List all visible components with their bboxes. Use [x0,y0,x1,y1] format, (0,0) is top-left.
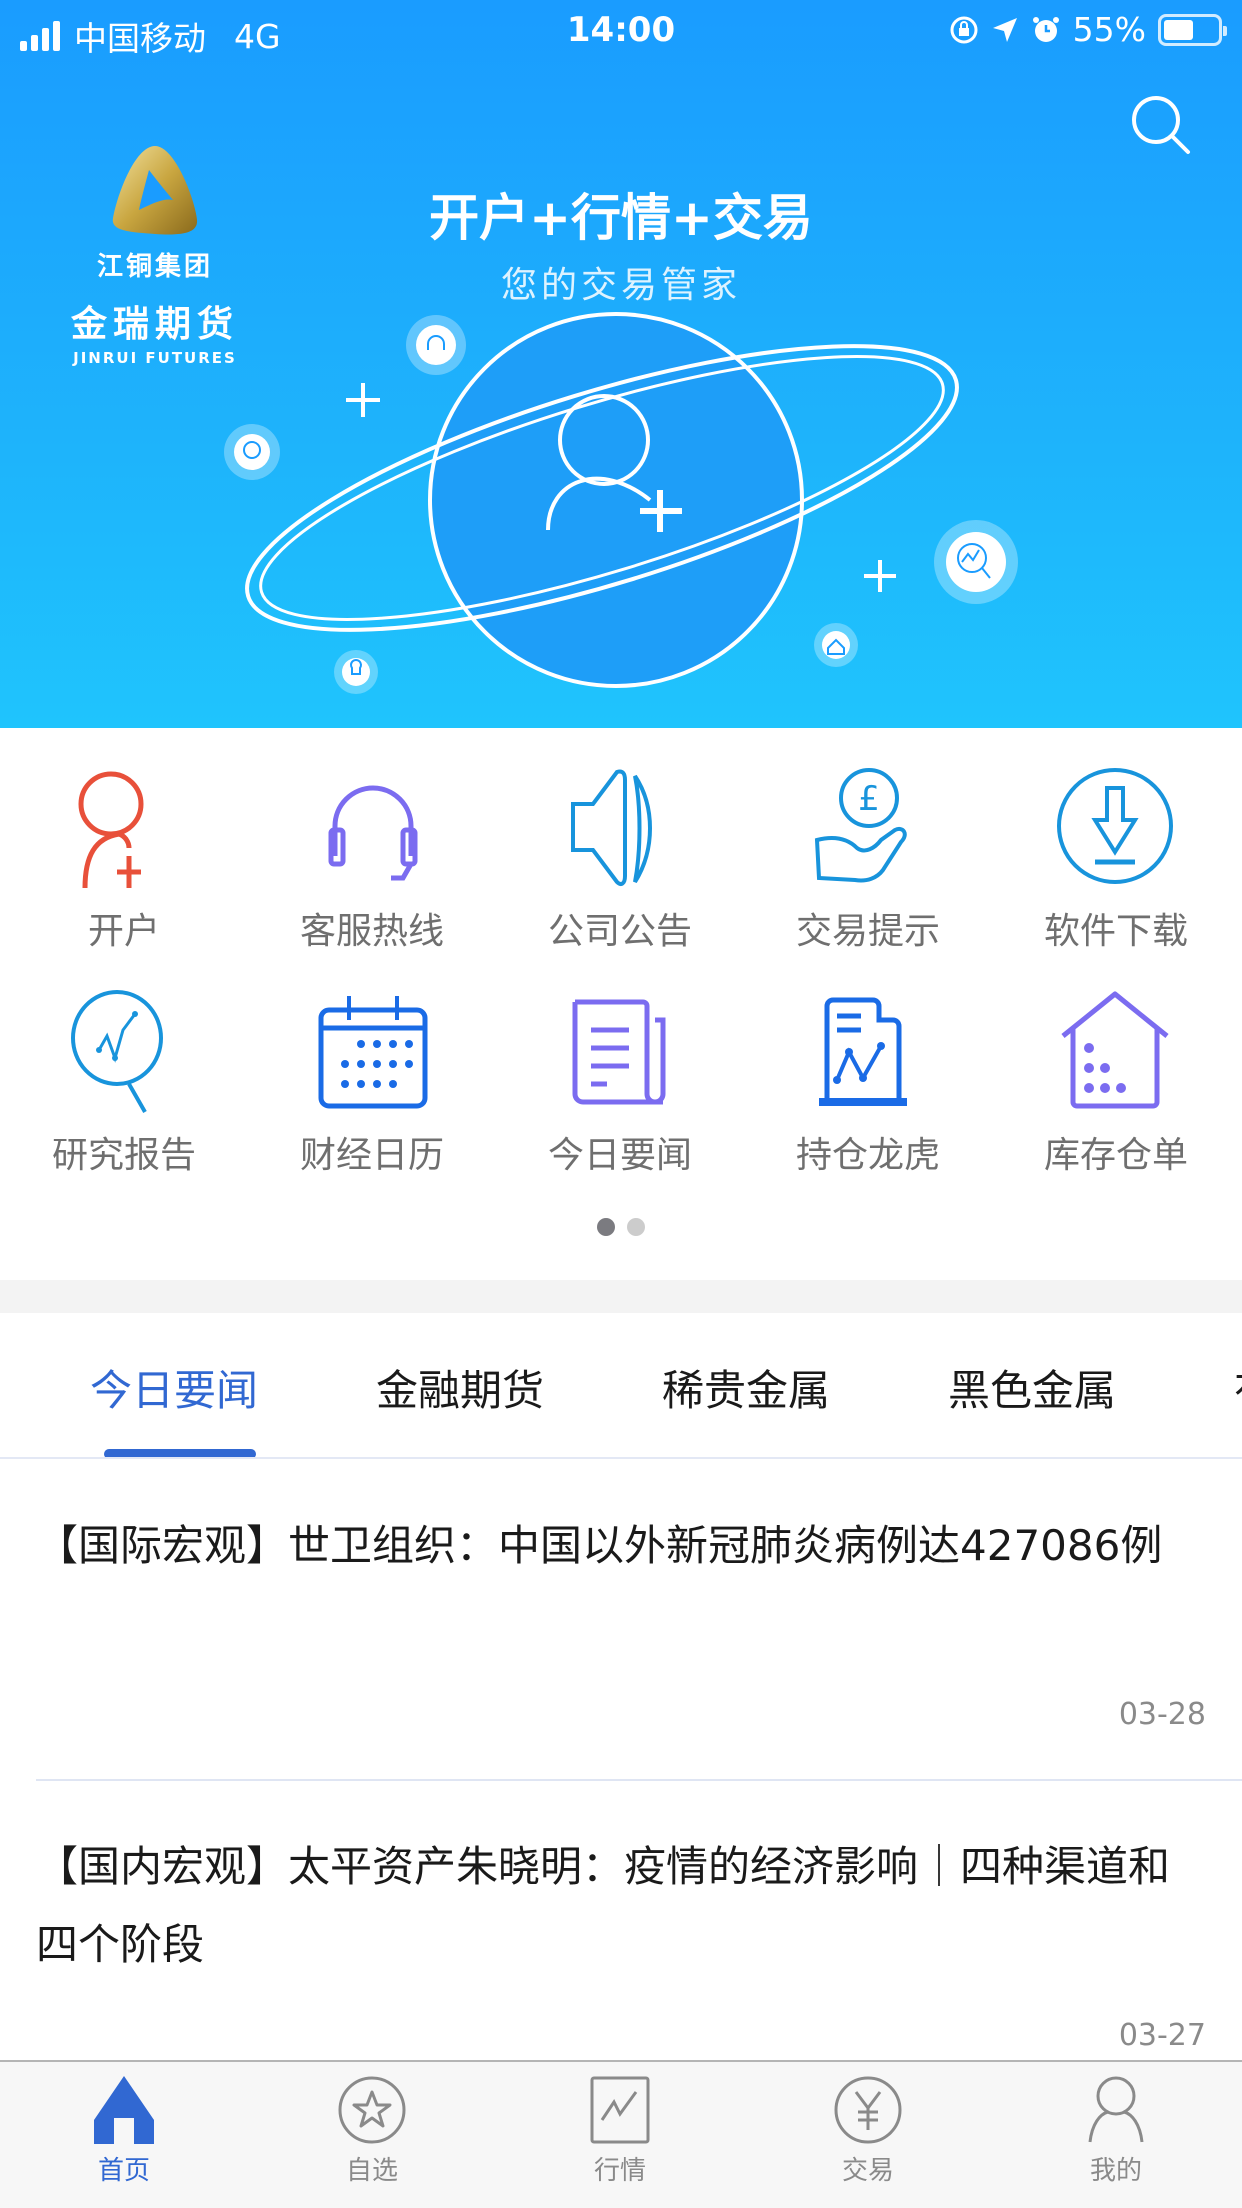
position-chart-icon [819,997,907,1106]
nav-label: 首页 [97,2156,150,2186]
chart-icon [590,2076,650,2144]
tab-today-news[interactable]: 今日要闻 [90,1357,258,1418]
home-icon [94,2076,154,2144]
quick-item-label: 研究报告 [51,1135,196,1176]
tab-nonferrous-metals[interactable]: 有色金属 [1234,1357,1242,1418]
yuan-icon [834,2076,902,2144]
section-divider [0,1280,1242,1313]
hero-banner[interactable]: 中国移动 4G 14:00 55% 江铜集团 金瑞期货 JINRUI FUTUR… [0,0,1242,728]
news-date: 03-27 [1118,2018,1206,2053]
active-tab-indicator [104,1449,256,1457]
speaker-icon [571,769,652,886]
page-dot[interactable] [597,1218,615,1236]
page-indicator[interactable] [0,1218,1242,1236]
quick-item-label: 公司公告 [547,911,692,952]
quick-item-trading-tips[interactable]: £ 交易提示 [744,766,992,966]
profile-icon [1088,2076,1144,2143]
planet-illustration [224,312,1018,694]
download-icon [1057,768,1173,884]
quick-item-label: 软件下载 [1043,911,1188,952]
quick-item-label: 交易提示 [795,911,940,952]
bottom-tab-bar: 首页 自选 行情 交易 我的 [0,2060,1242,2208]
news-item[interactable]: 【国际宏观】世卫组织：中国以外新冠肺炎病例达427086例 [36,1507,1242,1585]
news-date: 03-28 [1118,1697,1206,1732]
add-user-icon [78,771,144,889]
home-page: 中国移动 4G 14:00 55% 江铜集团 金瑞期货 JINRUI FUTUR… [0,0,1242,2208]
quick-item-announcements[interactable]: 公司公告 [496,766,744,966]
nav-label: 行情 [593,2156,646,2186]
nav-market[interactable]: 行情 [496,2074,744,2187]
quick-item-label: 持仓龙虎 [795,1135,940,1176]
nav-home[interactable]: 首页 [0,2074,248,2187]
tab-precious-metals[interactable]: 稀贵金属 [662,1357,830,1418]
nav-watchlist[interactable]: 自选 [248,2074,496,2187]
quick-item-download[interactable]: 软件下载 [992,766,1240,966]
quick-menu-grid: 开户 客服热线 公司公告 £ 交易提示 软件下载 研究报告 财经日历 今日要闻 … [0,728,1242,1280]
nav-trade[interactable]: 交易 [744,2074,992,2187]
calendar-icon [318,996,428,1109]
quick-item-economic-calendar[interactable]: 财经日历 [248,990,496,1190]
news-category-tabs: 今日要闻 金融期货 稀贵金属 黑色金属 有色金属 [0,1313,1242,1459]
quick-item-open-account[interactable]: 开户 [0,766,248,966]
svg-text:£: £ [858,779,880,819]
quick-item-label: 今日要闻 [547,1135,692,1176]
magnifier-chart-icon [71,990,163,1113]
page-dot[interactable] [627,1218,645,1236]
pound-hand-icon: £ [814,768,907,883]
quick-item-label: 客服热线 [299,911,444,952]
news-item[interactable]: 【国内宏观】太平资产朱晓明：疫情的经济影响｜四种渠道和四个阶段 [36,1828,1242,1984]
news-divider [36,1779,1242,1781]
quick-item-warehouse-receipts[interactable]: 库存仓单 [992,990,1240,1190]
nav-label: 交易 [841,2156,894,2186]
quick-item-research-reports[interactable]: 研究报告 [0,990,248,1190]
newspaper-icon [572,999,666,1105]
nav-label: 自选 [345,2156,398,2186]
quick-item-positions-ranking[interactable]: 持仓龙虎 [744,990,992,1190]
tab-financial-futures[interactable]: 金融期货 [376,1357,544,1418]
nav-profile[interactable]: 我的 [992,2074,1240,2187]
quick-item-today-news[interactable]: 今日要闻 [496,990,744,1190]
news-title[interactable]: 【国际宏观】世卫组织：中国以外新冠肺炎病例达427086例 [36,1507,1242,1585]
quick-item-label: 财经日历 [299,1135,444,1176]
star-icon [338,2076,406,2144]
news-title[interactable]: 【国内宏观】太平资产朱晓明：疫情的经济影响｜四种渠道和四个阶段 [36,1828,1242,1984]
headset-icon [328,785,418,881]
warehouse-icon [1061,991,1169,1109]
quick-item-service-hotline[interactable]: 客服热线 [248,766,496,966]
quick-item-label: 库存仓单 [1043,1135,1188,1176]
nav-label: 我的 [1089,2156,1142,2186]
quick-item-label: 开户 [87,911,160,952]
tab-ferrous-metals[interactable]: 黑色金属 [948,1357,1116,1418]
